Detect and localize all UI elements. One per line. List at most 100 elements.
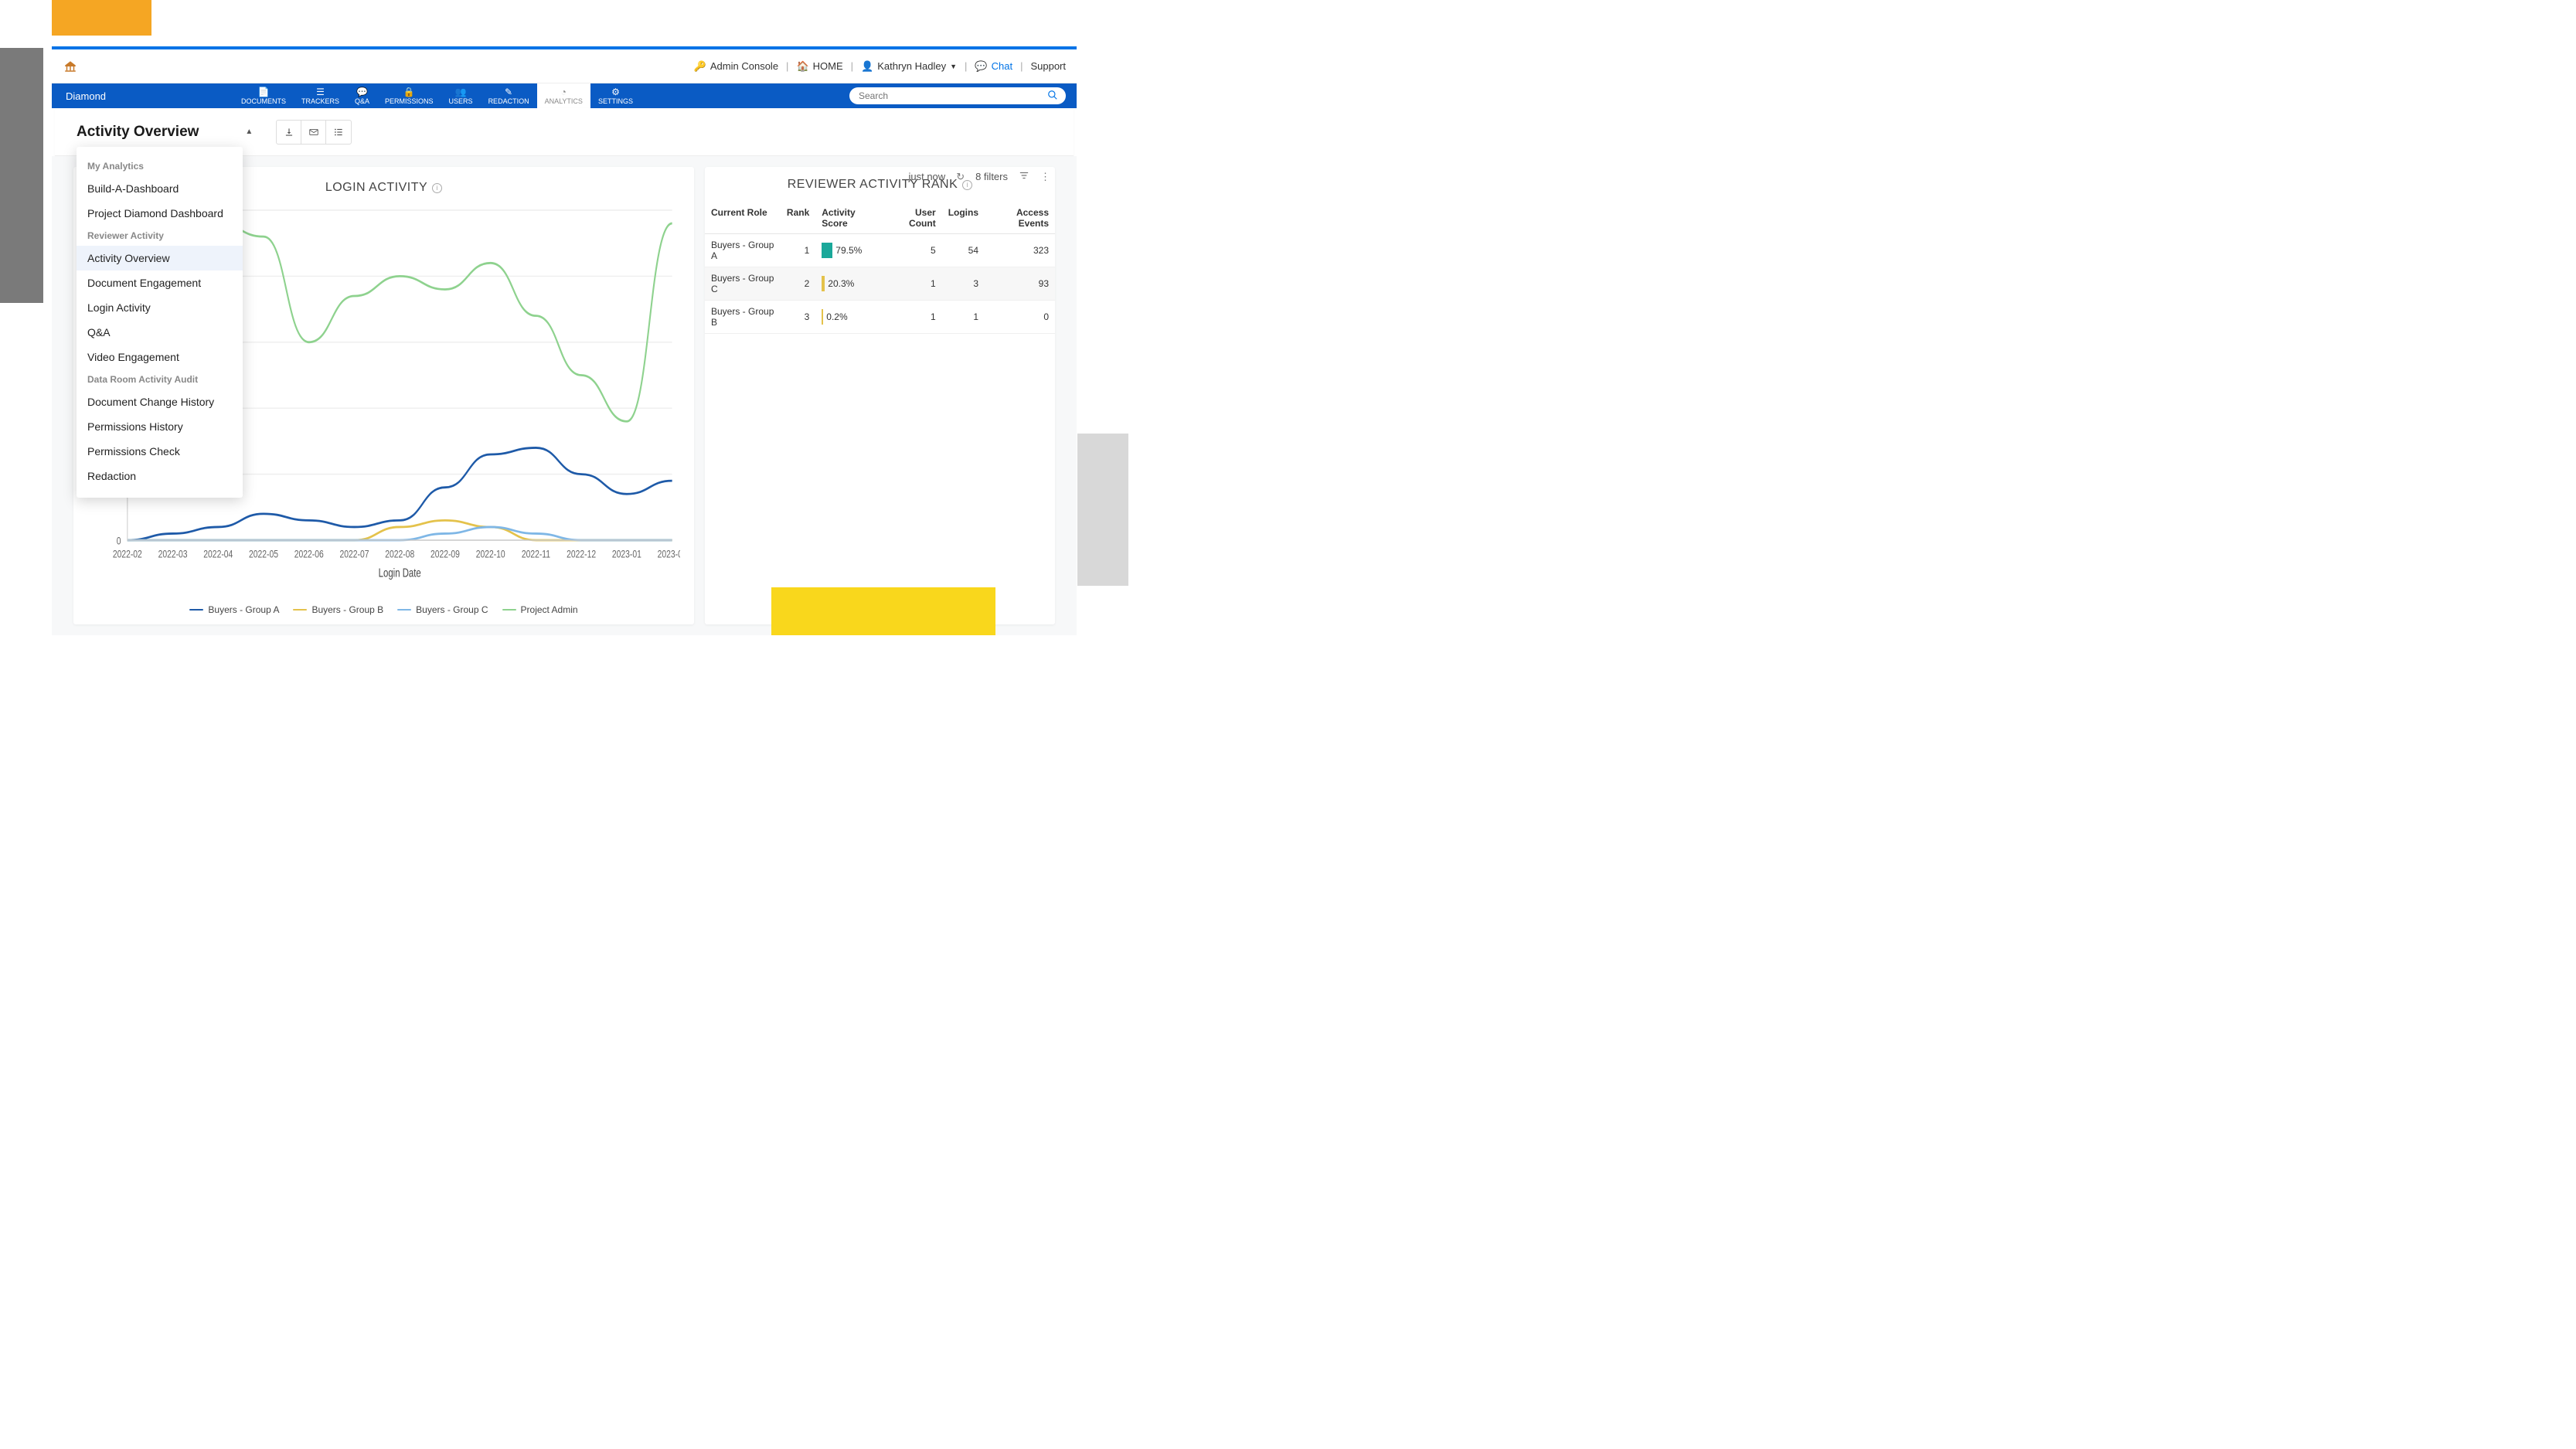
legend-label: Project Admin: [521, 604, 578, 615]
tab-label: REDACTION: [488, 97, 529, 105]
separator: |: [965, 60, 967, 72]
cell-events: 323: [985, 234, 1055, 267]
dropdown-item[interactable]: Permissions History: [77, 414, 243, 439]
nav-tab-q&a[interactable]: 💬Q&A: [347, 83, 377, 108]
top-bar: 🔑Admin Console | 🏠HOME | 👤Kathryn Hadley…: [52, 49, 1077, 83]
table-header[interactable]: User Count: [885, 202, 942, 234]
cell-score: 0.2%: [815, 301, 885, 334]
tab-icon: ☰: [316, 87, 325, 97]
tab-icon: 📄: [258, 87, 270, 97]
chat-label: Chat: [992, 60, 1012, 72]
svg-text:2023-02: 2023-02: [658, 548, 680, 560]
tab-label: USERS: [449, 97, 473, 105]
list-button[interactable]: [326, 121, 351, 144]
updated-label: just now: [908, 171, 945, 182]
table-header[interactable]: Logins: [942, 202, 985, 234]
nav-tab-trackers[interactable]: ☰TRACKERS: [294, 83, 347, 108]
more-icon[interactable]: ⋮: [1040, 171, 1050, 183]
tab-label: Q&A: [355, 97, 369, 105]
nav-tab-analytics[interactable]: ◔ANALYTICS: [537, 83, 590, 108]
svg-text:Login Date: Login Date: [379, 566, 421, 580]
nav-tab-redaction[interactable]: ✎REDACTION: [481, 83, 537, 108]
user-name: Kathryn Hadley: [877, 60, 946, 72]
content-meta: just now ↻ 8 filters ⋮: [908, 170, 1050, 183]
legend-swatch: [189, 609, 203, 611]
toolbar: [276, 120, 352, 145]
legend-item[interactable]: Buyers - Group C: [397, 604, 488, 615]
table-header[interactable]: Rank: [781, 202, 815, 234]
score-bar: [822, 243, 832, 258]
table-header[interactable]: Current Role: [705, 202, 781, 234]
nav-bar: Diamond 📄DOCUMENTS☰TRACKERS💬Q&A🔒PERMISSI…: [52, 83, 1077, 108]
search-icon[interactable]: [1047, 90, 1058, 103]
legend-label: Buyers - Group B: [311, 604, 383, 615]
decorative-block: [771, 587, 995, 635]
dropdown-item[interactable]: Project Diamond Dashboard: [77, 201, 243, 226]
dropdown-item[interactable]: Activity Overview: [77, 246, 243, 270]
dropdown-item[interactable]: Document Change History: [77, 389, 243, 414]
dropdown-item[interactable]: Permissions Check: [77, 439, 243, 464]
chart-title-text: LOGIN ACTIVITY: [325, 181, 427, 195]
page-title: Activity Overview: [77, 124, 199, 141]
score-bar: [822, 309, 823, 325]
app-frame: 🔑Admin Console | 🏠HOME | 👤Kathryn Hadley…: [52, 46, 1077, 635]
svg-text:2023-01: 2023-01: [612, 548, 641, 560]
dropdown-item[interactable]: Redaction: [77, 464, 243, 488]
filter-icon[interactable]: [1019, 170, 1029, 183]
dropdown-item[interactable]: Q&A: [77, 320, 243, 345]
svg-text:2022-10: 2022-10: [476, 548, 505, 560]
legend-item[interactable]: Buyers - Group B: [293, 604, 383, 615]
legend-item[interactable]: Buyers - Group A: [189, 604, 279, 615]
info-icon[interactable]: i: [432, 183, 442, 193]
dropdown-item[interactable]: Document Engagement: [77, 270, 243, 295]
user-menu[interactable]: 👤 Kathryn Hadley ▼: [861, 60, 957, 73]
dropdown-section-label: My Analytics: [77, 156, 243, 176]
chevron-down-icon: ▼: [950, 63, 957, 70]
svg-text:2022-09: 2022-09: [430, 548, 460, 560]
tab-icon: ◔: [561, 87, 567, 97]
user-icon: 👤: [861, 60, 873, 73]
table-header[interactable]: Access Events: [985, 202, 1055, 234]
nav-tab-users[interactable]: 👥USERS: [441, 83, 481, 108]
nav-tab-permissions[interactable]: 🔒PERMISSIONS: [377, 83, 441, 108]
dropdown-item[interactable]: Video Engagement: [77, 345, 243, 369]
export-button[interactable]: [277, 121, 301, 144]
cell-users: 5: [885, 234, 942, 267]
email-button[interactable]: [301, 121, 326, 144]
dropdown-section-label: Data Room Activity Audit: [77, 369, 243, 389]
refresh-icon[interactable]: ↻: [956, 171, 965, 183]
nav-tab-settings[interactable]: ⚙SETTINGS: [590, 83, 641, 108]
svg-text:2022-06: 2022-06: [294, 548, 324, 560]
legend-swatch: [397, 609, 411, 611]
cell-users: 1: [885, 301, 942, 334]
home-link[interactable]: 🏠HOME: [796, 60, 842, 73]
view-dropdown-trigger[interactable]: Activity Overview ▲: [77, 124, 253, 141]
support-link[interactable]: Support: [1030, 60, 1066, 72]
tab-icon: ⚙: [611, 87, 620, 97]
tab-label: DOCUMENTS: [241, 97, 286, 105]
table-row: Buyers - Group C220.3%1393: [705, 267, 1055, 301]
tab-icon: ✎: [505, 87, 512, 97]
cell-rank: 3: [781, 301, 815, 334]
dropdown-item[interactable]: Build-A-Dashboard: [77, 176, 243, 201]
chat-link[interactable]: 💬Chat: [975, 60, 1012, 73]
svg-text:0: 0: [117, 535, 121, 547]
svg-text:2022-08: 2022-08: [385, 548, 414, 560]
reviewer-rank-card: REVIEWER ACTIVITY RANK i Current RoleRan…: [705, 167, 1055, 624]
score-value: 79.5%: [835, 245, 862, 256]
search-input[interactable]: [849, 87, 1066, 104]
cell-role: Buyers - Group C: [705, 267, 781, 301]
score-value: 0.2%: [826, 311, 847, 322]
table-header[interactable]: Activity Score: [815, 202, 885, 234]
nav-tab-documents[interactable]: 📄DOCUMENTS: [233, 83, 294, 108]
legend-item[interactable]: Project Admin: [502, 604, 578, 615]
svg-text:2022-11: 2022-11: [522, 548, 550, 560]
dropdown-item[interactable]: Login Activity: [77, 295, 243, 320]
score-value: 20.3%: [828, 278, 854, 289]
admin-console-link[interactable]: 🔑Admin Console: [694, 60, 778, 73]
cell-logins: 1: [942, 301, 985, 334]
cell-role: Buyers - Group A: [705, 234, 781, 267]
cell-logins: 54: [942, 234, 985, 267]
svg-text:2022-07: 2022-07: [340, 548, 369, 560]
cell-rank: 2: [781, 267, 815, 301]
